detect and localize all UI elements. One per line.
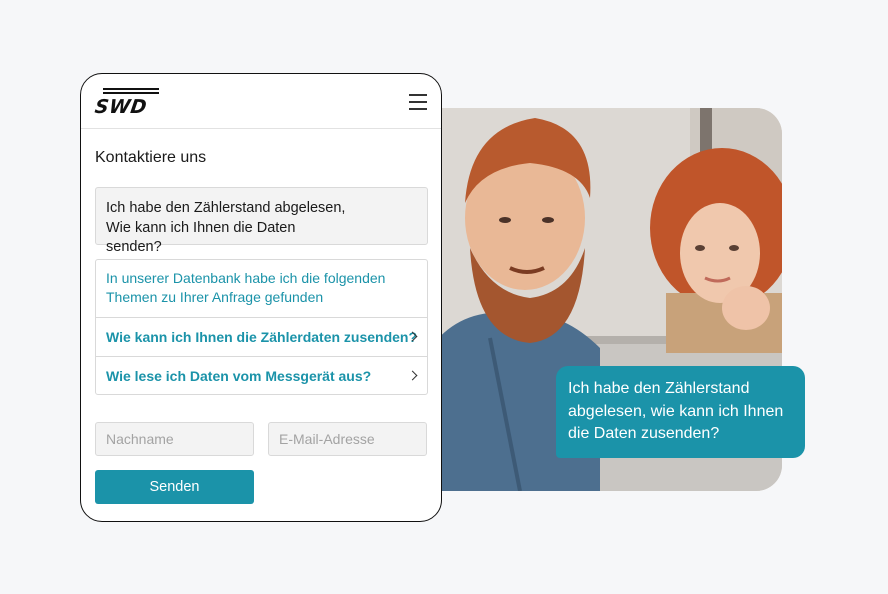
answer-suggestions: In unserer Datenbank habe ich die folgen… [95,259,428,395]
answer-link-read-device-data[interactable]: Wie lese ich Daten vom Messgerät aus? [96,356,427,394]
answer-label: Wie kann ich Ihnen die Zählerdaten zusen… [106,329,418,345]
question-line: Ich habe den Zählerstand abgelesen, [106,200,346,216]
user-question: Ich habe den Zählerstand abgelesen, Wie … [95,187,428,255]
answer-intro-line: In unserer Datenbank habe ich die folgen… [106,270,386,286]
contact-form-card: SWD Kontaktiere uns Ich habe den Zählers… [80,73,442,522]
answer-intro-line: Themen zu Ihrer Anfrage gefunden [106,289,324,305]
logo-text: SWD [93,96,149,118]
header: SWD [81,74,441,129]
answer-intro: In unserer Datenbank habe ich die folgen… [96,260,427,318]
bubble-line: die Daten zusenden? [568,425,720,442]
answer-link-send-meter-data[interactable]: Wie kann ich Ihnen die Zählerdaten zusen… [96,318,427,356]
brand-logo[interactable]: SWD [93,88,163,118]
chat-bubble: Ich habe den Zählerstand abgelesen, wie … [556,366,805,458]
email-input[interactable] [268,422,427,456]
send-button[interactable]: Senden [95,470,254,504]
hamburger-menu-icon[interactable] [409,94,427,110]
page-title: Kontaktiere uns [95,149,207,166]
question-line: Wie kann ich Ihnen die Daten [106,219,296,236]
bubble-line: abgelesen, wie kann ich Ihnen [568,402,784,420]
lastname-input[interactable] [95,422,254,456]
chevron-right-icon [407,370,418,381]
bubble-line: Ich habe den Zählerstand [568,380,750,397]
logo-lines [103,88,159,96]
answer-label: Wie lese ich Daten vom Messgerät aus? [106,368,372,384]
question-line: senden? [106,239,162,255]
